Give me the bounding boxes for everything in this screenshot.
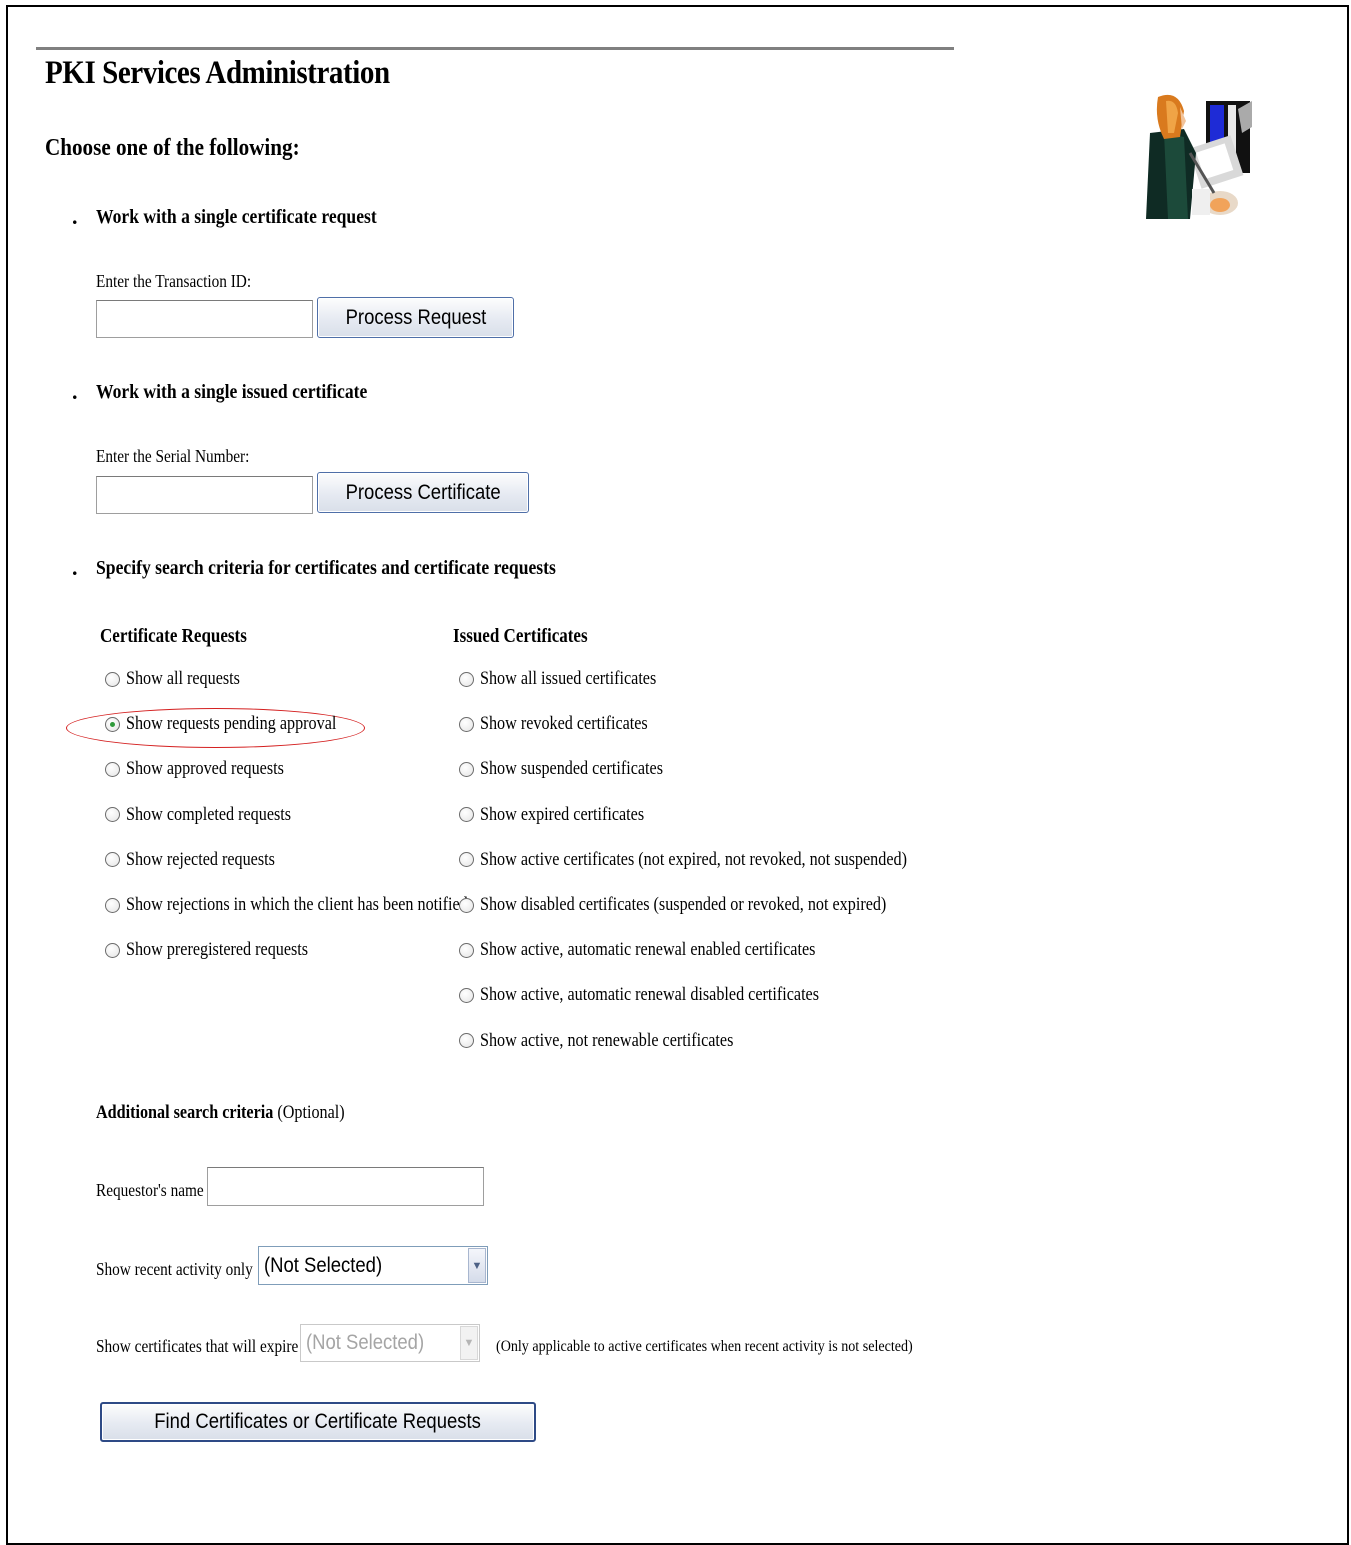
issued-option[interactable]: Show revoked certificates: [459, 713, 677, 735]
bullet-marker: .: [72, 204, 78, 229]
issued-option[interactable]: Show suspended certificates: [459, 758, 695, 780]
radio-button[interactable]: [459, 852, 474, 868]
single-request-heading: Work with a single certificate request: [96, 206, 377, 228]
issued-option[interactable]: Show disabled certificates (suspended or…: [459, 894, 958, 916]
instruction-heading: Choose one of the following:: [45, 135, 300, 161]
radio-button[interactable]: [105, 852, 120, 868]
requestor-name-input[interactable]: [207, 1167, 484, 1206]
issued-option[interactable]: Show active, automatic renewal enabled c…: [459, 939, 875, 961]
transaction-id-label: Enter the Transaction ID:: [96, 271, 252, 291]
expire-label: Show certificates that will expire: [96, 1336, 299, 1356]
request-option[interactable]: Show all requests: [105, 668, 260, 690]
radio-label: Show active, automatic renewal disabled …: [480, 984, 820, 1006]
page-title: PKI Services Administration: [45, 55, 390, 91]
find-certificates-button[interactable]: Find Certificates or Certificate Request…: [100, 1402, 536, 1442]
radio-button[interactable]: [459, 761, 474, 777]
radio-button[interactable]: [459, 1033, 474, 1049]
radio-label: Show approved requests: [126, 758, 284, 780]
recent-activity-label: Show recent activity only: [96, 1259, 253, 1279]
certificate-requests-heading: Certificate Requests: [100, 625, 247, 647]
single-certificate-heading: Work with a single issued certificate: [96, 381, 368, 403]
header-divider: [36, 47, 954, 50]
radio-label: Show suspended certificates: [480, 758, 663, 780]
radio-label: Show all requests: [126, 668, 240, 689]
radio-button[interactable]: [459, 897, 474, 913]
issued-option[interactable]: Show active, not renewable certificates: [459, 1030, 778, 1052]
recent-activity-select[interactable]: (Not Selected) ▼: [258, 1246, 488, 1285]
issued-certificates-heading: Issued Certificates: [453, 625, 588, 647]
chevron-down-icon[interactable]: ▼: [468, 1248, 486, 1283]
issued-option[interactable]: Show expired certificates: [459, 804, 673, 826]
serial-number-label: Enter the Serial Number:: [96, 446, 250, 466]
radio-label: Show all issued certificates: [480, 668, 657, 689]
additional-criteria-heading: Additional search criteria (Optional): [96, 1102, 345, 1123]
radio-button[interactable]: [105, 761, 120, 777]
radio-button[interactable]: [459, 716, 474, 732]
request-option[interactable]: Show rejected requests: [105, 849, 301, 871]
issued-option[interactable]: Show active certificates (not expired, n…: [459, 849, 982, 871]
radio-label: Show disabled certificates (suspended or…: [480, 894, 887, 915]
request-option[interactable]: Show preregistered requests: [105, 939, 340, 961]
chevron-down-icon[interactable]: ▼: [460, 1326, 478, 1360]
radio-button[interactable]: [105, 716, 120, 732]
issued-option[interactable]: Show active, automatic renewal disabled …: [459, 984, 879, 1006]
radio-button[interactable]: [105, 942, 120, 958]
radio-button[interactable]: [459, 987, 474, 1003]
radio-label: Show rejected requests: [126, 848, 275, 870]
bullet-marker: .: [72, 379, 78, 404]
radio-button[interactable]: [459, 942, 474, 958]
request-option[interactable]: Show completed requests: [105, 804, 320, 826]
request-option[interactable]: Show requests pending approval: [105, 713, 373, 735]
process-request-button[interactable]: Process Request: [317, 297, 514, 338]
radio-button[interactable]: [105, 897, 120, 913]
requestor-name-label: Requestor's name: [96, 1180, 204, 1200]
request-option[interactable]: Show approved requests: [105, 758, 312, 780]
radio-label: Show active certificates (not expired, n…: [480, 848, 907, 870]
process-certificate-button[interactable]: Process Certificate: [317, 472, 529, 513]
bullet-marker: .: [72, 555, 78, 580]
radio-button[interactable]: [105, 807, 120, 823]
radio-label: Show active, automatic renewal enabled c…: [480, 939, 816, 961]
radio-label: Show active, not renewable certificates: [480, 1029, 734, 1051]
expire-note: (Only applicable to active certificates …: [496, 1338, 913, 1355]
admin-clipart-illustration: [1146, 94, 1252, 219]
issued-option[interactable]: Show all issued certificates: [459, 668, 687, 690]
serial-number-input[interactable]: [96, 476, 313, 514]
expire-select[interactable]: (Not Selected) ▼: [300, 1324, 480, 1362]
radio-button[interactable]: [459, 671, 474, 687]
radio-button[interactable]: [459, 807, 474, 823]
radio-button[interactable]: [105, 671, 120, 687]
radio-label: Show completed requests: [126, 803, 292, 825]
radio-label: Show requests pending approval: [126, 713, 337, 735]
radio-label: Show expired certificates: [480, 803, 645, 825]
radio-label: Show preregistered requests: [126, 939, 309, 961]
search-criteria-heading: Specify search criteria for certificates…: [96, 557, 556, 579]
transaction-id-input[interactable]: [96, 300, 313, 338]
radio-label: Show rejections in which the client has …: [126, 894, 468, 915]
radio-label: Show revoked certificates: [480, 713, 648, 735]
